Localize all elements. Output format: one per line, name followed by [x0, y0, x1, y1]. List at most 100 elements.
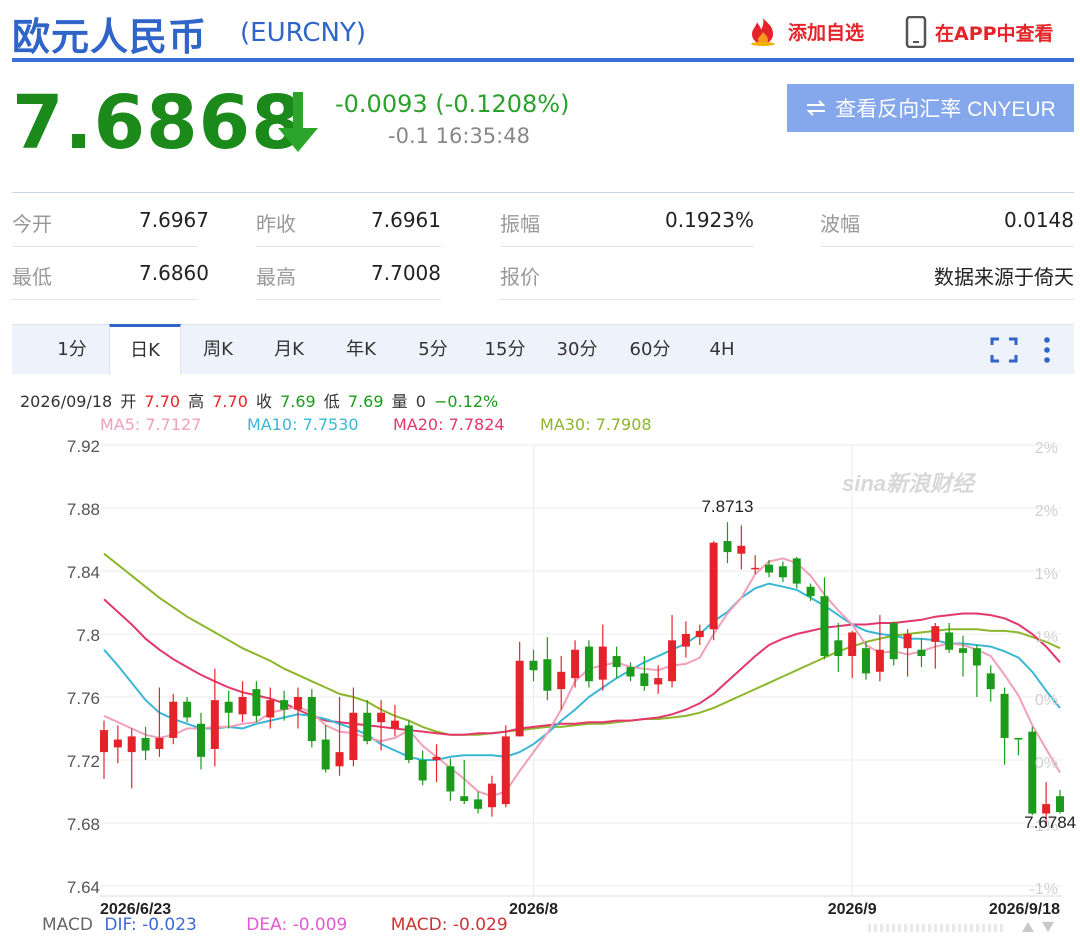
- candle: [959, 635, 968, 677]
- candle: [252, 681, 261, 723]
- candle-body: [792, 558, 801, 584]
- candle: [1000, 687, 1009, 765]
- candle: [806, 583, 815, 601]
- candle-body: [751, 567, 760, 570]
- ma5-legend: MA5: 7.7127: [100, 415, 202, 434]
- stat-value: 7.6860: [139, 261, 209, 285]
- candle-body: [418, 760, 427, 781]
- arrow-down-icon: [278, 92, 318, 152]
- tab-weekly[interactable]: 周K: [188, 325, 248, 375]
- candle: [848, 630, 857, 679]
- pct-tick-label: -1%: [1030, 818, 1058, 835]
- candle-body: [681, 634, 690, 647]
- candle-body: [723, 541, 732, 553]
- stat-quote: 报价: [500, 261, 540, 290]
- candle-body: [640, 673, 649, 686]
- add-watchlist-button[interactable]: 添加自选: [746, 16, 864, 46]
- tab-15min[interactable]: 15分: [475, 325, 535, 375]
- candle-body: [709, 542, 718, 630]
- ma10-legend: MA10: 7.7530: [247, 415, 359, 434]
- candle-body: [113, 739, 122, 748]
- candle: [474, 791, 483, 814]
- tab-60min[interactable]: 60分: [620, 325, 680, 375]
- candle-body: [127, 736, 136, 753]
- candle-body: [806, 586, 815, 597]
- divider: [12, 192, 1074, 193]
- tab-monthly[interactable]: 月K: [259, 325, 319, 375]
- candle-body: [778, 566, 787, 578]
- stat-label: 振幅: [500, 212, 540, 236]
- sina-watermark: sina新浪财经: [842, 471, 977, 496]
- current-price: 7.6868: [12, 80, 304, 166]
- ohlc-info: 2026/09/18 开 7.70 高 7.70 收 7.69 低 7.69 量…: [20, 388, 501, 412]
- info-high: 7.70: [212, 392, 248, 411]
- candle: [626, 662, 635, 682]
- max-price-label: 7.8713: [701, 497, 753, 516]
- candle-body: [848, 632, 857, 657]
- divider: [256, 299, 441, 300]
- candle-body: [169, 701, 178, 738]
- divider: [500, 299, 1074, 300]
- candle-body: [141, 737, 150, 751]
- y-tick-label: 7.8: [76, 626, 100, 645]
- candle-body: [196, 723, 205, 757]
- candle: [100, 720, 108, 779]
- more-icon[interactable]: [1042, 336, 1052, 364]
- candle-body: [474, 799, 483, 809]
- candle-body: [501, 736, 510, 805]
- candle-body: [224, 701, 233, 713]
- divider: [12, 246, 197, 247]
- candle-body: [626, 667, 635, 677]
- candle: [584, 640, 593, 688]
- candle-body: [1000, 693, 1009, 738]
- pct-tick-label: 2%: [1035, 440, 1058, 457]
- info-low-label: 低: [323, 392, 340, 411]
- tab-daily[interactable]: 日K: [109, 324, 181, 374]
- candle-body: [446, 766, 455, 792]
- reverse-rate-button[interactable]: 查看反向汇率 CNYEUR: [787, 84, 1074, 132]
- stat-label: 最高: [256, 265, 296, 289]
- y-tick-label: 7.64: [67, 878, 100, 897]
- candle-body: [986, 673, 995, 690]
- candle: [404, 720, 413, 764]
- macd-dea: DEA: -0.009: [246, 915, 348, 935]
- add-watchlist-label: 添加自选: [788, 21, 865, 44]
- tab-1min[interactable]: 1分: [42, 325, 102, 375]
- candle: [169, 693, 178, 745]
- candle-body: [293, 697, 302, 710]
- tab-4h[interactable]: 4H: [692, 325, 752, 375]
- tab-30min[interactable]: 30分: [547, 325, 607, 375]
- candle: [765, 559, 774, 578]
- fullscreen-icon[interactable]: [990, 337, 1018, 363]
- chart-labels: 7.92 2% 7.88 2% 7.84 1% 7.8 1% 7.76 0% 7.72 0% 7.68 -…: [67, 437, 1076, 918]
- candle: [737, 525, 746, 570]
- info-close: 7.69: [280, 392, 316, 411]
- candle-body: [307, 697, 316, 742]
- candle-body: [737, 545, 746, 554]
- candle: [1056, 789, 1064, 814]
- candle-body: [377, 712, 386, 723]
- info-open: 7.70: [144, 392, 181, 411]
- candle: [127, 728, 136, 789]
- candle-body: [903, 634, 912, 649]
- candle: [210, 668, 219, 767]
- tab-5min[interactable]: 5分: [403, 325, 463, 375]
- candle: [487, 775, 496, 817]
- stat-range: 波幅 0.0148: [820, 208, 1074, 237]
- scroll-track[interactable]: [868, 924, 1006, 932]
- view-in-app-button[interactable]: 在APP中查看: [905, 16, 1054, 48]
- stat-open: 今开 7.6967: [12, 208, 209, 237]
- candle: [543, 637, 552, 701]
- pct-tick-label: 1%: [1035, 566, 1058, 583]
- candle: [557, 656, 566, 710]
- stat-label: 波幅: [820, 212, 860, 236]
- candle: [778, 561, 787, 583]
- tab-yearly[interactable]: 年K: [331, 325, 391, 375]
- page-title: 欧元人民币: [12, 15, 208, 59]
- candle: [709, 541, 718, 641]
- candle: [349, 687, 358, 767]
- candle: [529, 649, 538, 682]
- scroll-arrows-icon[interactable]: [1018, 920, 1058, 934]
- info-low: 7.69: [347, 392, 384, 411]
- candle: [1014, 737, 1023, 756]
